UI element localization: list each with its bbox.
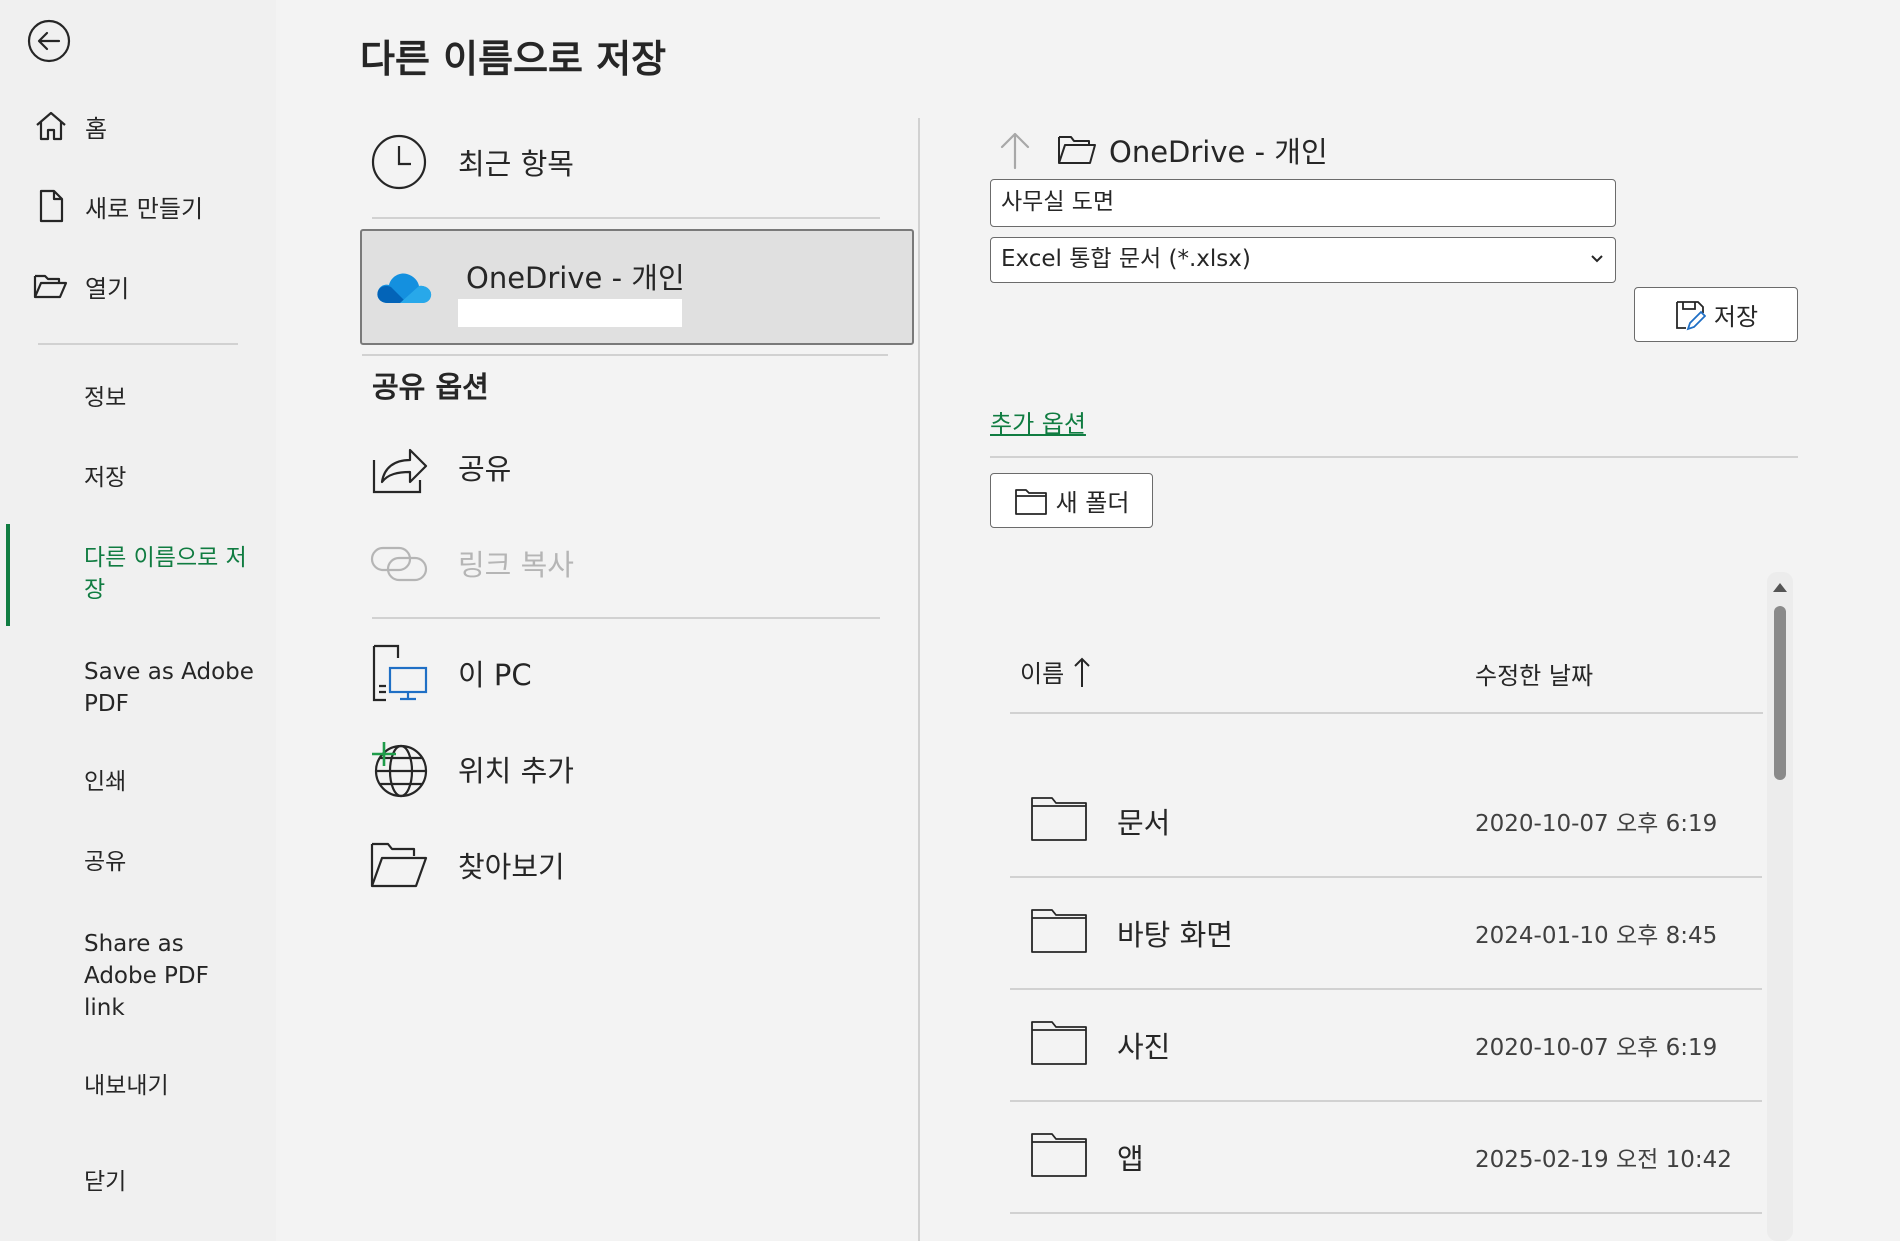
back-button[interactable]: [26, 18, 72, 64]
nav-print[interactable]: 인쇄: [84, 766, 254, 798]
nav-share[interactable]: 공유: [84, 846, 254, 878]
folder-icon: [1058, 136, 1096, 164]
globe-add-icon: [372, 742, 428, 798]
nav-info[interactable]: 정보: [84, 382, 254, 414]
new-folder-icon: [1014, 488, 1047, 515]
filename-input[interactable]: 사무실 도면: [990, 179, 1616, 227]
backstage-nav: 홈 새로 만들기 열기 정보 저장 다른 이름으로 저장 Save as Ado…: [0, 0, 276, 1241]
file-name: 사진: [1117, 1030, 1171, 1064]
more-options-link[interactable]: 추가 옵션: [990, 404, 1086, 439]
file-date: 2025-02-19 오전 10:42: [1475, 1147, 1732, 1173]
place-browse[interactable]: 찾아보기: [370, 836, 565, 894]
folder-icon: [1031, 909, 1087, 953]
nav-save-as-adobe-pdf[interactable]: Save as Adobe PDF: [84, 656, 254, 720]
place-onedrive-label: OneDrive - 개인: [466, 261, 685, 295]
place-copy-link: 링크 복사: [370, 534, 574, 592]
nav-new[interactable]: 새로 만들기: [33, 188, 203, 224]
nav-save-as[interactable]: 다른 이름으로 저장: [84, 542, 254, 606]
new-folder-button[interactable]: 새 폴더: [990, 473, 1153, 528]
save-button-label: 저장: [1713, 303, 1759, 331]
list-item[interactable]: 사진 2020-10-07 오후 6:19: [1010, 990, 1762, 1102]
scroll-up-arrow-icon[interactable]: [1772, 580, 1788, 594]
share-icon: [372, 448, 428, 494]
folder-icon: [1031, 1021, 1087, 1065]
save-button[interactable]: 저장: [1634, 287, 1798, 342]
sort-up-arrow-icon: [1074, 657, 1090, 687]
save-icon: [1676, 300, 1706, 330]
places-divider-2: [362, 354, 888, 356]
place-add-location[interactable]: 위치 추가: [370, 740, 574, 798]
nav-new-label: 새로 만들기: [85, 194, 204, 223]
place-this-pc[interactable]: 이 PC: [370, 644, 532, 702]
nav-selected-indicator: [6, 524, 10, 626]
list-item[interactable]: 앱 2025-02-19 오전 10:42: [1010, 1102, 1762, 1214]
pane-separator: [918, 118, 920, 1241]
current-location-label[interactable]: OneDrive - 개인: [1109, 129, 1328, 171]
nav-home[interactable]: 홈: [33, 108, 107, 144]
place-add-location-label: 위치 추가: [458, 754, 574, 788]
nav-open-label: 열기: [85, 274, 130, 303]
column-name-label: 이름: [1020, 660, 1065, 688]
browse-folder-icon: [370, 842, 428, 888]
file-name: 앱: [1117, 1142, 1144, 1176]
nav-divider: [38, 343, 238, 345]
page-title: 다른 이름으로 저장: [360, 37, 667, 81]
place-this-pc-label: 이 PC: [458, 658, 532, 692]
place-share[interactable]: 공유: [370, 438, 511, 496]
list-header-divider: [1010, 712, 1763, 714]
place-share-label: 공유: [458, 452, 512, 486]
file-date: 2020-10-07 오후 6:19: [1475, 1035, 1718, 1061]
new-folder-label: 새 폴더: [1055, 489, 1130, 517]
place-browse-label: 찾아보기: [458, 850, 565, 884]
onedrive-account-redacted: [458, 299, 682, 327]
new-document-icon: [39, 189, 64, 223]
place-recent[interactable]: 최근 항목: [370, 133, 574, 191]
back-arrow-icon: [27, 19, 71, 63]
place-onedrive[interactable]: OneDrive - 개인: [360, 229, 914, 345]
place-recent-label: 최근 항목: [458, 147, 574, 181]
nav-open[interactable]: 열기: [33, 268, 129, 304]
nav-export[interactable]: 내보내기: [84, 1070, 254, 1102]
places-divider-1: [372, 217, 880, 219]
file-name: 바탕 화면: [1117, 918, 1233, 952]
list-item[interactable]: 문서 2020-10-07 오후 6:19: [1010, 766, 1762, 878]
onedrive-cloud-icon: [377, 273, 432, 303]
file-date: 2020-10-07 오후 6:19: [1475, 811, 1718, 837]
places-divider-3: [372, 617, 880, 619]
clock-icon: [371, 134, 427, 190]
chevron-down-icon: [1591, 255, 1603, 263]
folder-icon: [1031, 797, 1087, 841]
share-options-header: 공유 옵션: [372, 370, 489, 404]
nav-close[interactable]: 닫기: [84, 1166, 254, 1198]
file-date: 2024-01-10 오후 8:45: [1475, 923, 1718, 949]
nav-share-adobe-pdf-link[interactable]: Share as Adobe PDF link: [84, 928, 254, 1024]
home-icon: [36, 111, 66, 141]
column-header-name[interactable]: 이름: [1020, 654, 1092, 689]
file-name: 문서: [1117, 806, 1171, 840]
link-icon: [370, 546, 428, 582]
nav-save[interactable]: 저장: [84, 462, 254, 494]
file-list-scrollbar[interactable]: [1767, 572, 1793, 1241]
right-pane-divider: [990, 456, 1798, 458]
scrollbar-thumb[interactable]: [1774, 606, 1786, 780]
location-breadcrumb: OneDrive - 개인: [995, 128, 1328, 172]
filetype-select[interactable]: Excel 통합 문서 (*.xlsx): [990, 237, 1616, 283]
folder-icon: [1031, 1133, 1087, 1177]
open-folder-icon: [33, 274, 68, 299]
computer-icon: [372, 644, 428, 702]
place-copy-link-label: 링크 복사: [458, 548, 574, 582]
filetype-value: Excel 통합 문서 (*.xlsx): [1001, 246, 1251, 272]
nav-home-label: 홈: [85, 114, 108, 143]
column-header-date[interactable]: 수정한 날짜: [1475, 656, 1593, 691]
up-arrow-icon[interactable]: [995, 128, 1035, 172]
list-item[interactable]: 바탕 화면 2024-01-10 오후 8:45: [1010, 878, 1762, 990]
